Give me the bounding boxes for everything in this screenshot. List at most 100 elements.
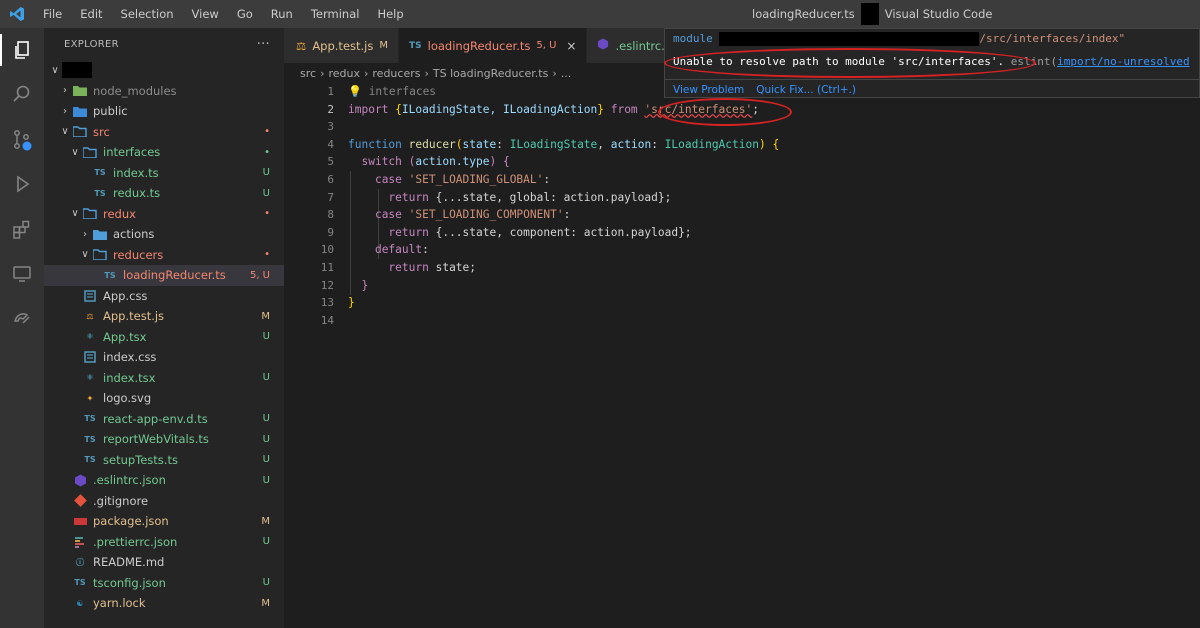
status-badge: •	[264, 249, 270, 261]
typescript-file-icon: TS	[84, 434, 96, 444]
run-debug-icon[interactable]	[6, 168, 38, 200]
tree-item-reducers[interactable]: ∨ reducers •	[44, 245, 284, 266]
live-share-icon[interactable]	[6, 302, 38, 334]
tree-item-label: src	[93, 124, 110, 139]
chevron-right-icon: ›	[363, 66, 369, 80]
code-token: import	[348, 102, 389, 116]
tree-item-app-tsx[interactable]: ⚛ App.tsx U	[44, 327, 284, 348]
view-problem-link[interactable]: View Problem	[673, 84, 744, 96]
quick-fix-link[interactable]: Quick Fix... (Ctrl+.)	[756, 84, 856, 96]
folder-icon	[72, 84, 88, 98]
remote-explorer-icon[interactable]	[6, 258, 38, 290]
explorer-more-icon[interactable]: ···	[257, 37, 270, 52]
breadcrumb-redux[interactable]: redux	[328, 67, 360, 80]
chevron-right-icon: ›	[552, 66, 557, 80]
breadcrumb-more[interactable]: ...	[561, 67, 572, 80]
tree-item-interfaces[interactable]: ∨ interfaces •	[44, 142, 284, 163]
menu-view[interactable]: View	[183, 0, 228, 28]
explorer-sidebar: EXPLORER ··· ∨ › node_modules › public ∨…	[44, 28, 284, 628]
hover-module-prefix: module	[673, 32, 713, 45]
menu-file[interactable]: File	[34, 0, 71, 28]
code-token: {	[388, 102, 402, 116]
tab-loadingreducer-ts[interactable]: TS loadingReducer.ts 5, U ×	[399, 28, 588, 63]
code-token: 'SET_LOADING_GLOBAL'	[408, 172, 544, 186]
test-file-icon: ⚖	[86, 311, 94, 321]
typescript-file-icon: TS	[104, 270, 116, 280]
line-number: 9	[327, 225, 334, 239]
menu-help[interactable]: Help	[368, 0, 412, 28]
code-token: case	[374, 208, 402, 222]
tree-item-setup-tests[interactable]: TS setupTests.ts U	[44, 450, 284, 471]
breadcrumb-src[interactable]: src	[300, 67, 316, 80]
breadcrumb-file[interactable]: TS loadingReducer.ts	[433, 67, 548, 80]
tree-item-app-css[interactable]: App.css	[44, 286, 284, 307]
tree-item-index-tsx[interactable]: ⚛ index.tsx U	[44, 368, 284, 389]
code-line-13: }	[348, 296, 355, 310]
code-token: ILoadingState, ILoadingAction	[401, 102, 598, 116]
tree-item-label: tsconfig.json	[93, 575, 166, 590]
tree-item-eslintrc[interactable]: .eslintrc.json U	[44, 470, 284, 491]
menu-run[interactable]: Run	[262, 0, 302, 28]
line-number: 1	[327, 85, 334, 98]
menu-selection[interactable]: Selection	[112, 0, 183, 28]
lightbulb-icon[interactable]: 💡	[348, 85, 362, 98]
eslint-rule-link[interactable]: import/no-unresolved	[1057, 55, 1189, 68]
tree-item-label: actions	[113, 227, 155, 242]
code-token: ILoadingState	[509, 137, 598, 151]
breadcrumb-reducers[interactable]: reducers	[372, 67, 420, 80]
tab-label: loadingReducer.ts	[427, 38, 531, 53]
code-editor[interactable]: 1 2 3 4 5 6 7 8 9 10 11 12 13 14 💡 inter…	[284, 83, 1200, 628]
explorer-icon[interactable]	[0, 34, 44, 66]
tree-item-public[interactable]: › public	[44, 101, 284, 122]
tree-item-gitignore[interactable]: .gitignore	[44, 491, 284, 512]
tree-item-yarn-lock[interactable]: ☯ yarn.lock M	[44, 593, 284, 614]
line-number: 6	[327, 172, 334, 186]
breadcrumb: src › redux › reducers › TS loadingReduc…	[300, 63, 571, 83]
tree-item-src[interactable]: ∨ src •	[44, 122, 284, 143]
tree-item-label: logo.svg	[103, 391, 152, 406]
tree-item-readme[interactable]: ⓘ README.md	[44, 552, 284, 573]
yarn-file-icon: ☯	[76, 598, 84, 608]
close-icon[interactable]: ×	[566, 39, 576, 53]
search-icon[interactable]	[6, 78, 38, 110]
menu-terminal[interactable]: Terminal	[302, 0, 369, 28]
source-control-icon[interactable]	[6, 124, 38, 156]
tree-item-logo-svg[interactable]: ✦ logo.svg	[44, 388, 284, 409]
typescript-file-icon: TS	[84, 414, 96, 424]
status-badge: U	[262, 577, 270, 589]
tree-item-actions[interactable]: › actions	[44, 224, 284, 245]
project-root[interactable]: ∨	[44, 60, 284, 81]
tree-item-redux-ts[interactable]: TS redux.ts U	[44, 183, 284, 204]
code-line-11: return state;	[348, 259, 779, 277]
code-token: }	[597, 102, 611, 116]
tree-item-node-modules[interactable]: › node_modules	[44, 81, 284, 102]
tree-item-package-json[interactable]: package.json M	[44, 511, 284, 532]
code-token: return	[388, 225, 429, 239]
info-file-icon: ⓘ	[76, 557, 84, 567]
tree-item-react-app-env[interactable]: TS react-app-env.d.ts U	[44, 409, 284, 430]
tree-item-index-css[interactable]: index.css	[44, 347, 284, 368]
status-badge: •	[264, 126, 270, 138]
css-file-icon	[82, 289, 98, 303]
code-line-10: default:	[374, 243, 429, 257]
menu-edit[interactable]: Edit	[71, 0, 111, 28]
code-line-7: return {...state, global: action.payload…	[348, 189, 779, 207]
tree-item-index-ts[interactable]: TS index.ts U	[44, 163, 284, 184]
tree-item-label: setupTests.ts	[103, 452, 178, 467]
tree-item-tsconfig[interactable]: TS tsconfig.json U	[44, 573, 284, 594]
tree-item-redux[interactable]: ∨ redux •	[44, 204, 284, 225]
menu-go[interactable]: Go	[228, 0, 262, 28]
code-token: action.type	[415, 155, 490, 169]
folder-open-icon	[82, 207, 98, 221]
code-token: {...state, global: action.payload};	[435, 190, 672, 204]
menu-bar: File Edit Selection View Go Run Terminal…	[34, 0, 413, 28]
tree-item-app-test-js[interactable]: ⚖ App.test.js M	[44, 306, 284, 327]
tab-app-test-js[interactable]: ⚖ App.test.js M	[284, 28, 400, 63]
tree-item-prettierrc[interactable]: .prettierrc.json U	[44, 532, 284, 553]
tree-item-report-web-vitals[interactable]: TS reportWebVitals.ts U	[44, 429, 284, 450]
extensions-icon[interactable]	[6, 214, 38, 246]
explorer-header: EXPLORER ···	[44, 28, 284, 60]
tree-item-loadingreducer-ts[interactable]: TS loadingReducer.ts 5, U	[44, 265, 284, 286]
title-bar: File Edit Selection View Go Run Terminal…	[0, 0, 1200, 28]
